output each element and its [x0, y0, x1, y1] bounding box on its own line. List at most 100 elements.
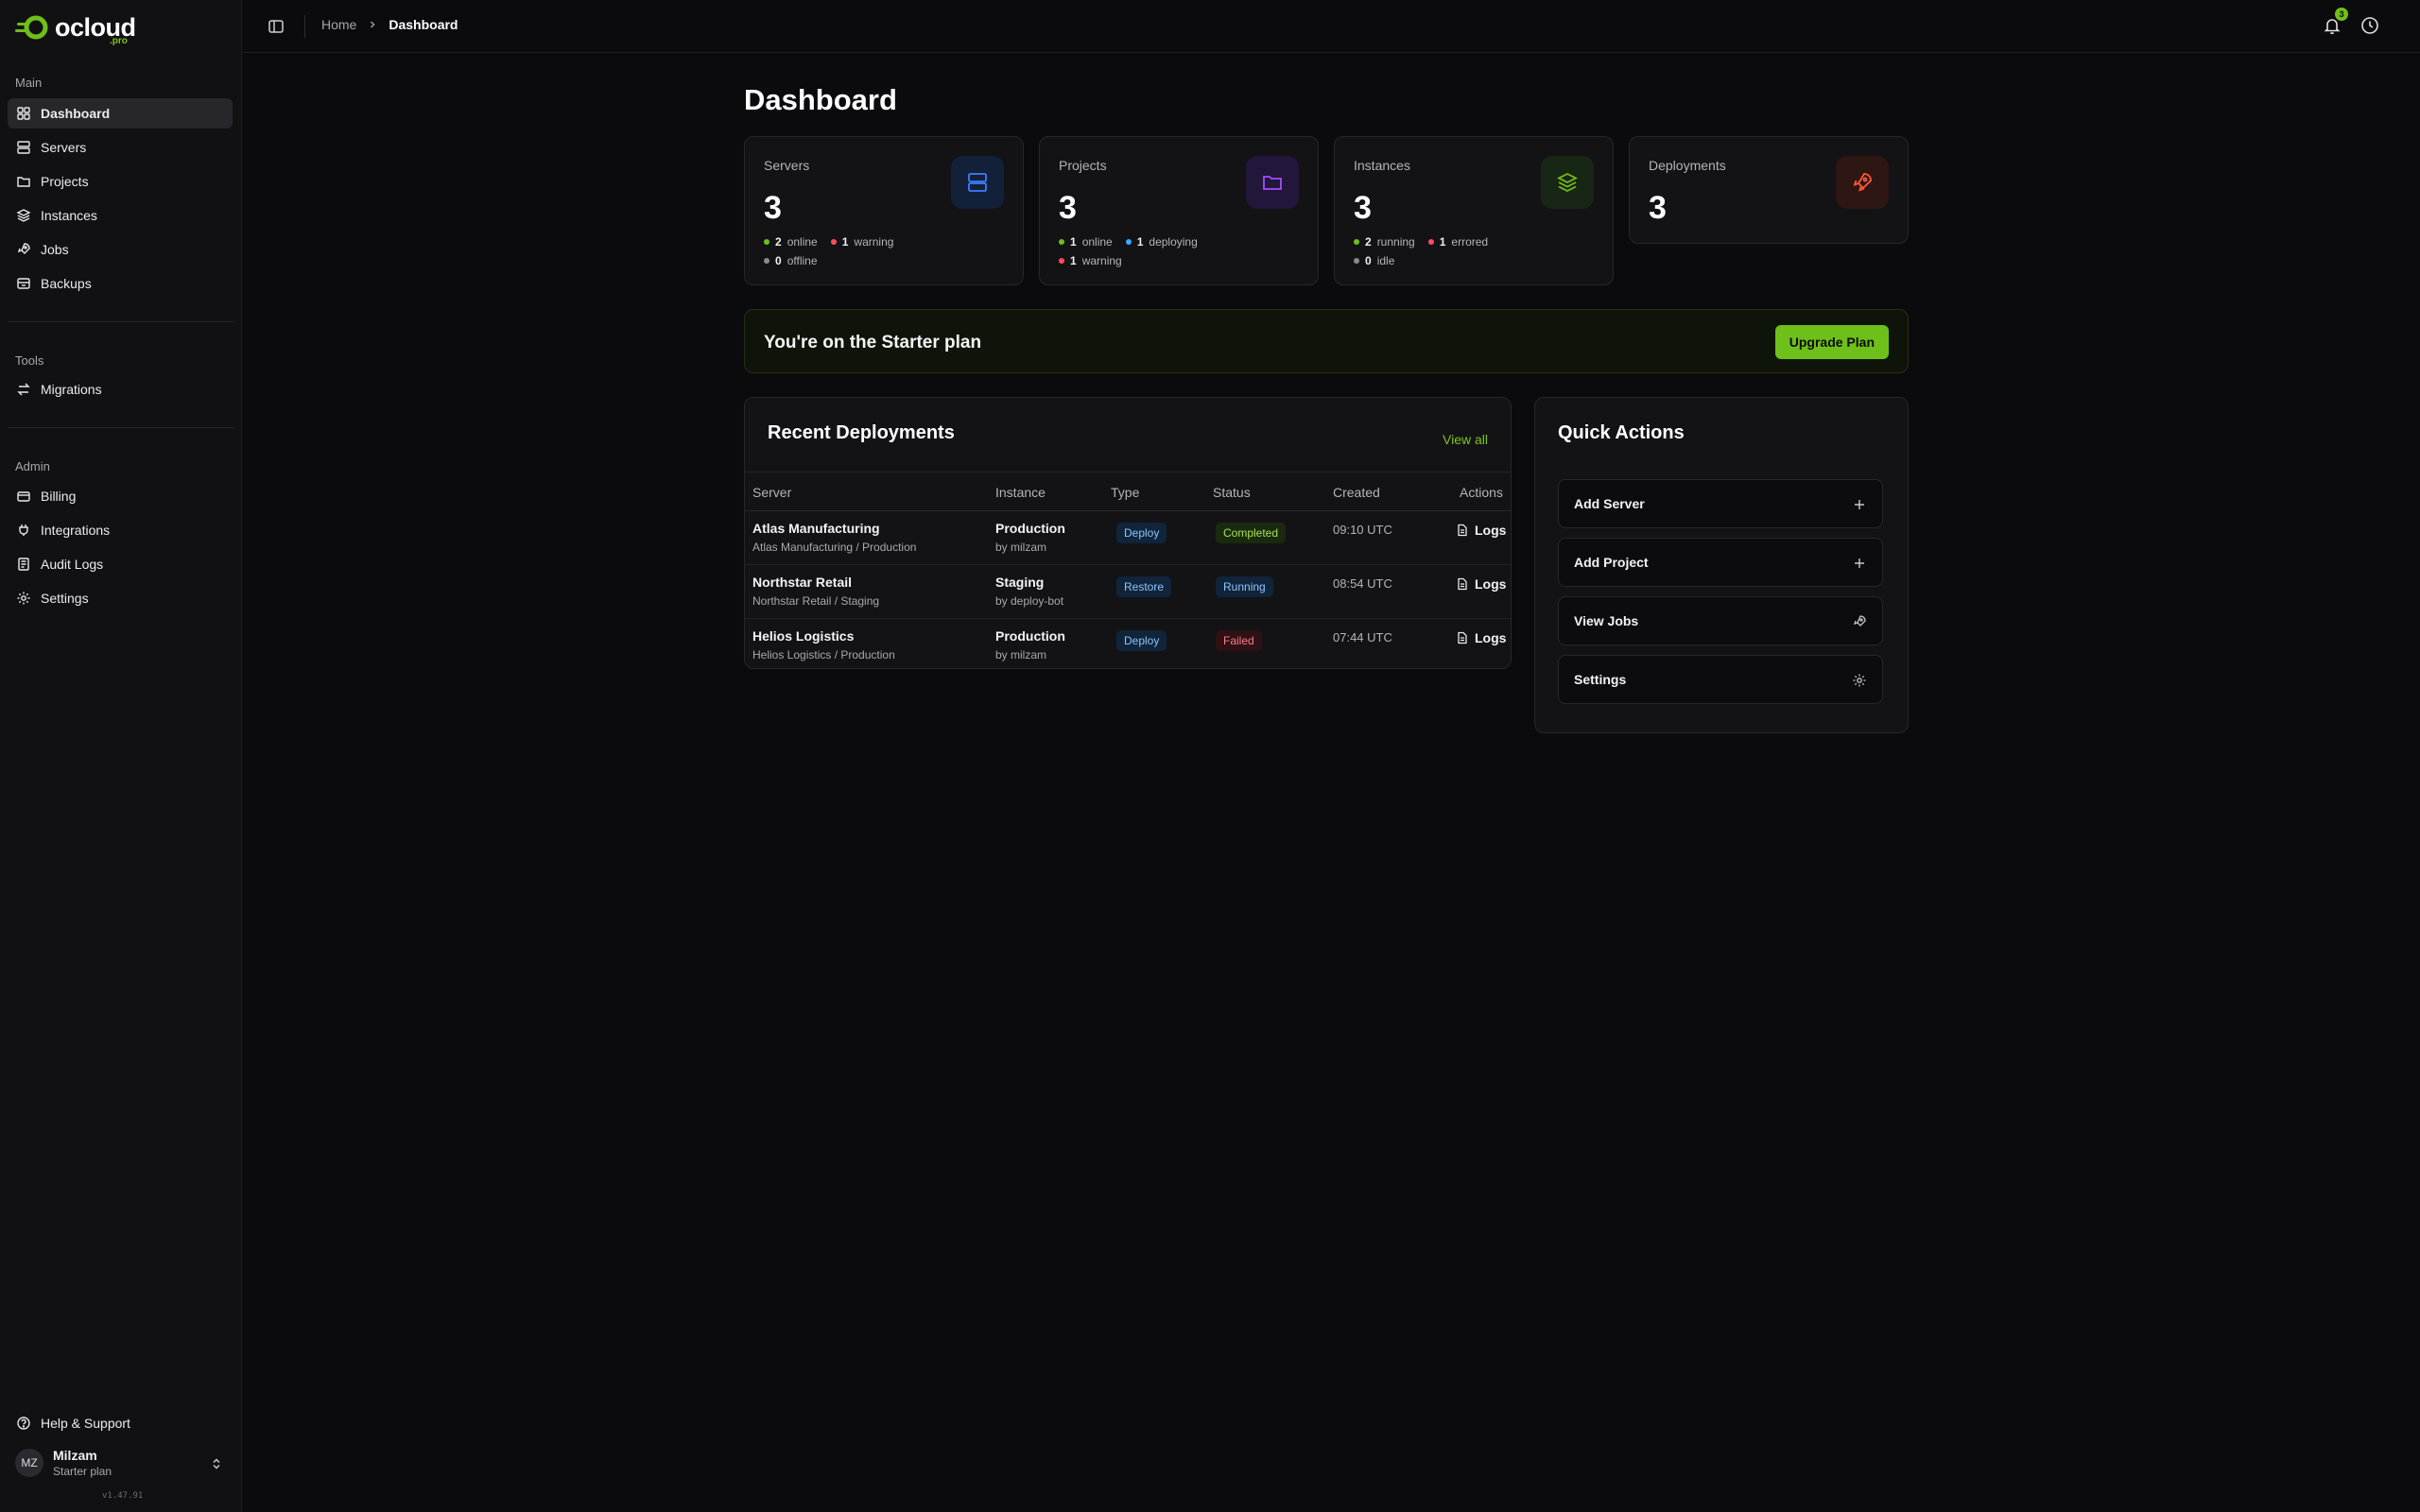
stat-sub-count: 1: [1070, 235, 1077, 249]
plug-icon: [19, 524, 28, 536]
server-icon: [968, 173, 987, 192]
created-time: 08:54 UTC: [1333, 576, 1392, 591]
type-badge: Deploy: [1116, 523, 1167, 543]
page-title: Dashboard: [744, 83, 897, 116]
logo-icon: [15, 15, 48, 40]
stat-card-deployments[interactable]: Deployments 3: [1629, 136, 1909, 244]
card-icon: [17, 491, 30, 502]
sidebar-item-dashboard[interactable]: Dashboard: [8, 98, 233, 129]
sidebar-item-migrations[interactable]: Migrations: [8, 374, 233, 404]
logs-button[interactable]: Logs: [1456, 523, 1506, 538]
stat-card-servers[interactable]: Servers 3 2 online 1 warning 0 offline: [744, 136, 1024, 285]
stat-sub-deploying: 1 deploying: [1125, 235, 1198, 249]
stat-sub-text: idle: [1376, 254, 1395, 267]
file-icon: [1458, 577, 1467, 591]
status-dot: [1059, 239, 1064, 245]
quick-action-add-project[interactable]: Add Project: [1558, 538, 1883, 587]
stat-card-instances[interactable]: Instances 3 2 running 1 errored 0 idle: [1334, 136, 1614, 285]
topbar: Home Dashboard 3: [242, 0, 2420, 53]
gear-icon: [1853, 674, 1866, 687]
deployments-table: Server Instance Type Status Created Acti…: [745, 472, 1511, 673]
stat-sub-text: online: [1081, 235, 1113, 249]
stat-icon-box: [1246, 156, 1299, 209]
app-version: v1.47.91: [102, 1491, 144, 1501]
sidebar-item-integrations[interactable]: Integrations: [8, 515, 233, 545]
stat-sub-count: 2: [1365, 235, 1372, 249]
quick-action-view-jobs[interactable]: View Jobs: [1558, 596, 1883, 645]
database-icon: [17, 278, 30, 289]
help-icon: [17, 1417, 30, 1430]
status-dot: [764, 258, 769, 264]
sidebar: ocloud .pro Main Dashboard Servers Proje…: [0, 0, 242, 1512]
breadcrumb-home[interactable]: Home: [321, 17, 356, 32]
stat-label: Deployments: [1649, 158, 1726, 173]
status-badge: Completed: [1216, 523, 1287, 543]
table-header: Server Instance Type Status Created Acti…: [745, 472, 1511, 511]
folder-icon: [1263, 176, 1282, 190]
sidebar-item-backups[interactable]: Backups: [8, 268, 233, 299]
stat-value: 3: [1649, 190, 1667, 226]
sidebar-item-settings[interactable]: Settings: [8, 583, 233, 613]
server-name: Helios Logistics: [752, 628, 855, 644]
quick-action-add-server[interactable]: Add Server: [1558, 479, 1883, 528]
upgrade-plan-button[interactable]: Upgrade Plan: [1774, 325, 1889, 359]
server-path: Atlas Manufacturing / Production: [752, 541, 917, 554]
sidebar-item-servers[interactable]: Servers: [8, 132, 233, 163]
table-row[interactable]: Northstar Retail Northstar Retail / Stag…: [745, 565, 1511, 619]
status-dot: [1059, 258, 1064, 264]
table-row[interactable]: Helios Logistics Helios Logistics / Prod…: [745, 619, 1511, 673]
deployed-by: by milzam: [995, 648, 1047, 662]
logs-button[interactable]: Logs: [1456, 576, 1506, 592]
grid-icon: [17, 107, 30, 120]
panel-title: Quick Actions: [1558, 422, 1685, 443]
stat-sub-errored: 1 errored: [1427, 235, 1488, 249]
quick-action-settings[interactable]: Settings: [1558, 655, 1883, 704]
stat-card-projects[interactable]: Projects 3 1 online 1 deploying 1 warning: [1039, 136, 1319, 285]
plan-banner: You're on the Starter plan Upgrade Plan: [744, 309, 1909, 373]
stat-sub-row: 1 warning: [1059, 254, 1122, 267]
stat-sub-online: 2 online: [764, 235, 818, 249]
layers-icon: [1556, 172, 1579, 193]
log-icon: [18, 558, 29, 571]
stat-sub-row: 2 running 1 errored: [1354, 235, 1488, 249]
server-icon: [17, 141, 30, 154]
sidebar-item-label: Dashboard: [41, 106, 111, 121]
stat-sub-text: offline: [786, 254, 818, 267]
user-plan: Starter plan: [53, 1465, 112, 1478]
sidebar-item-billing[interactable]: Billing: [8, 481, 233, 511]
recent-deployments-panel: Recent Deployments View all Server Insta…: [744, 397, 1512, 669]
logs-label: Logs: [1475, 523, 1507, 538]
view-all-link[interactable]: View all: [1443, 432, 1488, 447]
stat-sub-text: warning: [1081, 254, 1122, 267]
user-menu[interactable]: MZ Milzam Starter plan: [15, 1448, 112, 1478]
sidebar-item-instances[interactable]: Instances: [8, 200, 233, 231]
sidebar-item-jobs[interactable]: Jobs: [8, 234, 233, 265]
logs-button[interactable]: Logs: [1456, 630, 1506, 645]
stat-sub-text: running: [1376, 235, 1415, 249]
server-name: Northstar Retail: [752, 575, 853, 590]
sidebar-toggle-icon[interactable]: [267, 17, 285, 36]
status-dot: [830, 239, 837, 245]
stat-sub-count: 1: [1439, 235, 1446, 249]
clock-icon[interactable]: [2360, 15, 2380, 36]
help-support-link[interactable]: Help & Support: [8, 1408, 233, 1438]
sidebar-item-projects[interactable]: Projects: [8, 166, 233, 197]
stat-icon-box: [1541, 156, 1594, 209]
section-label-tools: Tools: [15, 353, 44, 368]
brand-suffix: .pro: [110, 36, 128, 46]
sidebar-item-audit-logs[interactable]: Audit Logs: [8, 549, 233, 579]
column-header: Type: [1111, 485, 1140, 500]
notification-badge: 3: [2335, 8, 2348, 21]
status-badge: Running: [1216, 576, 1273, 597]
created-time: 07:44 UTC: [1333, 630, 1392, 644]
status-dot: [1125, 239, 1132, 245]
stat-sub-count: 1: [841, 235, 849, 249]
server-path: Helios Logistics / Production: [752, 648, 895, 662]
table-row[interactable]: Atlas Manufacturing Atlas Manufacturing …: [745, 511, 1511, 565]
avatar: MZ: [15, 1449, 43, 1477]
section-label-main: Main: [15, 76, 43, 90]
plan-banner-text: You're on the Starter plan: [764, 333, 982, 352]
column-header: Actions: [1460, 485, 1503, 500]
chevron-up-down-icon[interactable]: [210, 1457, 223, 1470]
user-name: Milzam: [53, 1448, 97, 1463]
